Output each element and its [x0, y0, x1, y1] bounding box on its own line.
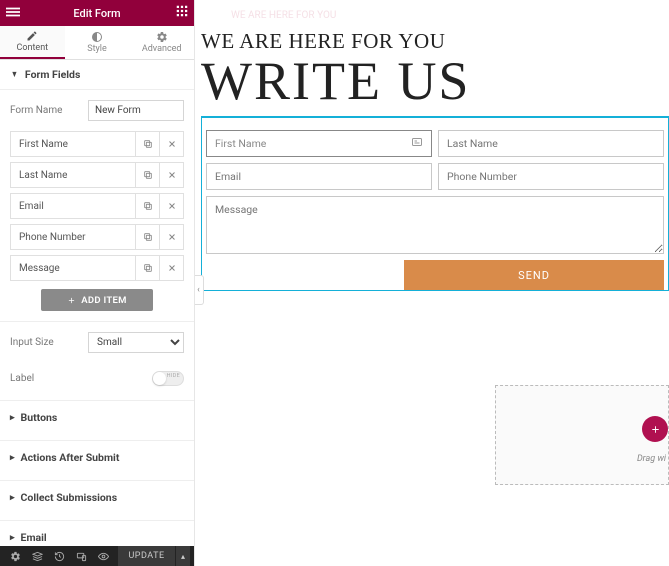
- remove-button[interactable]: [159, 256, 183, 280]
- field-item: Last Name: [10, 162, 184, 188]
- panel-collapse-handle[interactable]: ‹: [195, 275, 204, 305]
- settings-icon[interactable]: [4, 546, 26, 566]
- field-item-label[interactable]: Last Name: [11, 163, 135, 187]
- history-icon[interactable]: [48, 546, 70, 566]
- duplicate-button[interactable]: [135, 225, 159, 249]
- heading: WRITE US: [201, 54, 669, 108]
- update-caret[interactable]: ▴: [176, 546, 190, 566]
- field-item: Message: [10, 255, 184, 281]
- last-name-field[interactable]: [438, 130, 664, 157]
- tab-style[interactable]: Style: [65, 26, 130, 59]
- canvas: ‹ WE ARE HERE FOR YOU WE ARE HERE FOR YO…: [195, 0, 669, 566]
- chevron-down-icon: ▼: [11, 69, 18, 80]
- phone-field[interactable]: [438, 163, 664, 190]
- section-buttons[interactable]: ▸ Buttons: [0, 400, 194, 434]
- toggle-knob: [153, 372, 166, 385]
- panel-header: Edit Form: [0, 0, 194, 26]
- label-toggle-label: Label: [10, 373, 34, 384]
- add-section-button[interactable]: [642, 416, 668, 442]
- remove-button[interactable]: [159, 163, 183, 187]
- update-button[interactable]: UPDATE: [118, 546, 175, 566]
- field-item-label[interactable]: First Name: [11, 132, 135, 156]
- duplicate-button[interactable]: [135, 256, 159, 280]
- remove-button[interactable]: [159, 132, 183, 156]
- add-item-button[interactable]: ADD ITEM: [41, 289, 153, 311]
- input-size-label: Input Size: [10, 337, 88, 348]
- form-name-label: Form Name: [10, 105, 88, 116]
- drop-zone[interactable]: Drag wi: [495, 385, 669, 485]
- input-size-select[interactable]: Small: [88, 332, 184, 353]
- section-collect-submissions[interactable]: ▸ Collect Submissions: [0, 480, 194, 514]
- section-form-fields[interactable]: ▼ Form Fields: [0, 60, 194, 90]
- field-list: First Name Last Name Email: [10, 131, 184, 281]
- chevron-right-icon: ▸: [10, 533, 15, 543]
- message-field[interactable]: [206, 196, 664, 254]
- first-name-field[interactable]: First Name: [206, 130, 432, 157]
- field-item-label[interactable]: Phone Number: [11, 225, 135, 249]
- section-actions-after-submit[interactable]: ▸ Actions After Submit: [0, 440, 194, 474]
- field-item-label[interactable]: Message: [11, 256, 135, 280]
- field-item-label[interactable]: Email: [11, 194, 135, 218]
- duplicate-button[interactable]: [135, 163, 159, 187]
- editor-panel: Edit Form Content Style Advanced ▼ Form: [0, 0, 195, 566]
- field-item: Email: [10, 193, 184, 219]
- faint-heading: WE ARE HERE FOR YOU: [201, 10, 669, 21]
- remove-button[interactable]: [159, 194, 183, 218]
- menu-icon[interactable]: [6, 5, 20, 19]
- label-toggle[interactable]: HIDE: [152, 371, 184, 386]
- form-widget[interactable]: First Name SEND: [201, 116, 669, 291]
- chevron-right-icon: ▸: [10, 453, 15, 463]
- navigator-icon[interactable]: [26, 546, 48, 566]
- panel-body: ▼ Form Fields Form Name First Name: [0, 60, 194, 546]
- apps-icon[interactable]: [176, 5, 188, 17]
- send-button[interactable]: SEND: [404, 260, 664, 290]
- bottom-bar: UPDATE ▴: [0, 546, 194, 566]
- tab-content[interactable]: Content: [0, 26, 65, 59]
- duplicate-button[interactable]: [135, 194, 159, 218]
- chevron-right-icon: ▸: [10, 493, 15, 503]
- panel-title: Edit Form: [73, 7, 120, 20]
- preview-icon[interactable]: [92, 546, 114, 566]
- field-item: Phone Number: [10, 224, 184, 250]
- field-item: First Name: [10, 131, 184, 157]
- drag-hint: Drag wi: [637, 454, 666, 464]
- tab-advanced[interactable]: Advanced: [129, 26, 194, 59]
- form-name-input[interactable]: [88, 100, 184, 121]
- email-field[interactable]: [206, 163, 432, 190]
- panel-tabs: Content Style Advanced: [0, 26, 194, 60]
- chevron-right-icon: ▸: [10, 413, 15, 423]
- section-email[interactable]: ▸ Email: [0, 520, 194, 546]
- autofill-icon: [411, 136, 423, 151]
- responsive-icon[interactable]: [70, 546, 92, 566]
- remove-button[interactable]: [159, 225, 183, 249]
- duplicate-button[interactable]: [135, 132, 159, 156]
